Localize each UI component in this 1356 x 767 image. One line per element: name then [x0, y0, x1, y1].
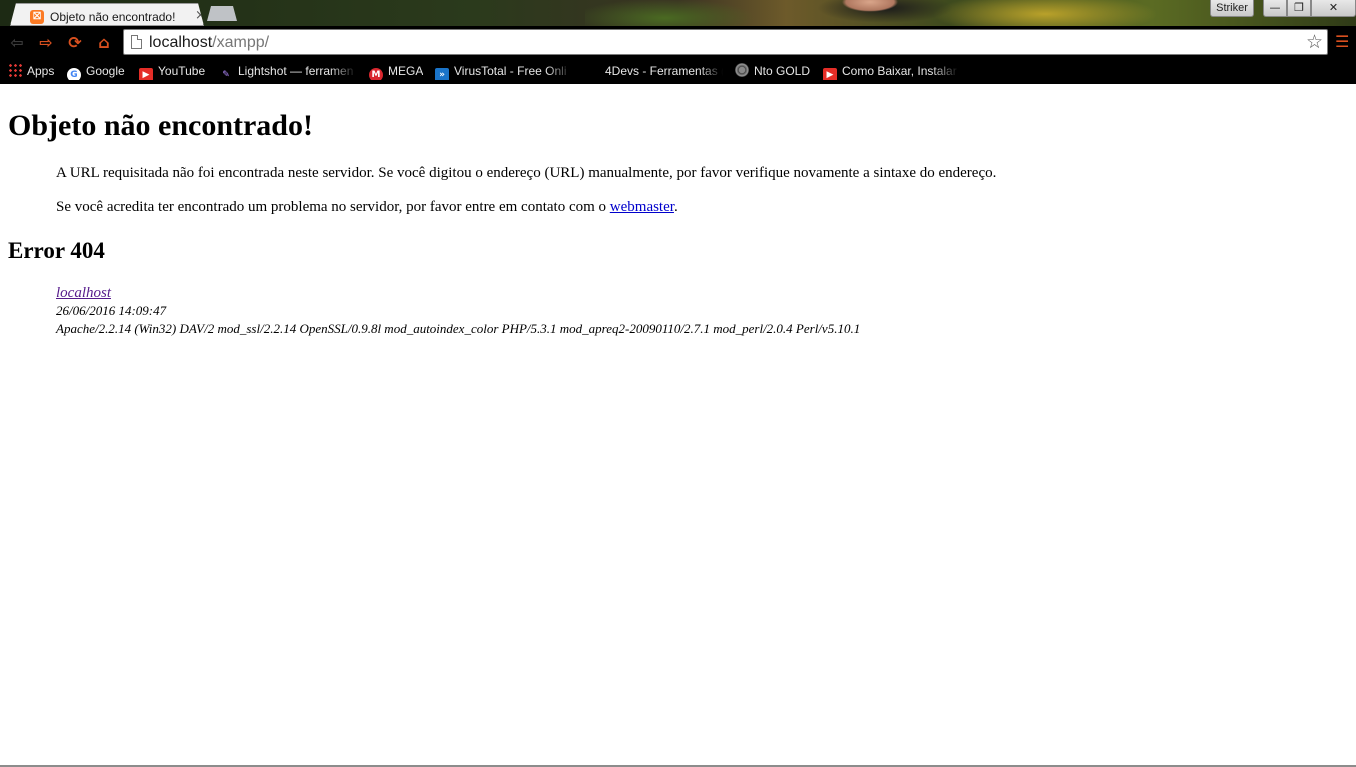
- bookmark-mega[interactable]: M MEGA: [369, 62, 423, 80]
- url-text[interactable]: localhost/xampp/: [149, 33, 269, 53]
- restore-button[interactable]: ❐: [1287, 0, 1311, 17]
- error-code-heading: Error 404: [8, 238, 105, 263]
- bookmark-virustotal[interactable]: » VirusTotal - Free Onli: [435, 62, 573, 80]
- profile-button[interactable]: Striker: [1210, 0, 1254, 17]
- server-address: localhost 26/06/2016 14:09:47 Apache/2.2…: [56, 284, 860, 338]
- bookmark-como-baixar[interactable]: ▶ Como Baixar, Instalar: [823, 62, 959, 80]
- bookmark-star-icon[interactable]: ☆: [1306, 31, 1323, 53]
- contact-message-suffix: .: [673, 199, 678, 215]
- bookmark-label: Lightshot — ferramen: [238, 64, 354, 78]
- youtube-icon: ▶: [139, 68, 153, 80]
- bookmark-nto-gold[interactable]: Nto GOLD: [735, 62, 810, 80]
- apps-icon: [8, 63, 22, 77]
- contact-message-text: Se você acredita ter encontrado um probl…: [56, 199, 610, 215]
- bookmarks-bar: Apps G Google ▶ YouTube ✎ Lightshot — ferra…: [0, 58, 1356, 84]
- localhost-link[interactable]: localhost: [56, 284, 860, 302]
- url-path: /xampp/: [212, 34, 270, 51]
- minimize-button[interactable]: —: [1263, 0, 1287, 17]
- bookmark-youtube[interactable]: ▶ YouTube: [139, 62, 205, 80]
- webmaster-link[interactable]: webmaster: [610, 199, 674, 215]
- bookmark-lightshot[interactable]: ✎ Lightshot — ferramen: [219, 62, 357, 80]
- tab-close-icon[interactable]: ×: [195, 9, 204, 23]
- nto-gold-icon: [735, 63, 749, 77]
- new-tab-button[interactable]: [207, 6, 237, 21]
- bookmark-google[interactable]: G Google: [67, 62, 125, 80]
- page-content: Objeto não encontrado! A URL requisitada…: [0, 84, 1356, 767]
- reload-icon[interactable]: ⟳: [65, 33, 85, 53]
- back-icon[interactable]: ⇦: [7, 33, 27, 53]
- tab-title: Objeto não encontrado!: [50, 10, 176, 24]
- browser-chrome: ⛝ Objeto não encontrado! × Striker — ❐ ✕…: [0, 0, 1356, 84]
- page-title: Objeto não encontrado!: [8, 109, 313, 142]
- contact-message: Se você acredita ter encontrado um probl…: [56, 198, 678, 217]
- google-icon: G: [67, 68, 81, 80]
- youtube-icon: ▶: [823, 68, 837, 80]
- url-host: localhost: [149, 34, 213, 51]
- virustotal-icon: »: [435, 68, 449, 80]
- toolbar: ⇦ ⇨ ⟳ ⌂ localhost/xampp/ ☆ ☰: [0, 26, 1356, 58]
- bookmark-label: 4Devs - Ferramentas (: [605, 64, 723, 78]
- bookmark-label: Nto GOLD: [754, 64, 811, 78]
- forward-icon[interactable]: ⇨: [36, 33, 56, 53]
- bookmark-label: Apps: [27, 64, 55, 78]
- menu-icon[interactable]: ☰: [1335, 32, 1349, 52]
- title-bar: ⛝ Objeto não encontrado! × Striker — ❐ ✕: [0, 0, 1356, 26]
- page-icon: [131, 35, 142, 49]
- address-bar[interactable]: localhost/xampp/ ☆: [123, 29, 1328, 55]
- bookmark-label: Como Baixar, Instalar: [842, 64, 957, 78]
- timestamp: 26/06/2016 14:09:47: [56, 303, 167, 318]
- home-icon[interactable]: ⌂: [94, 33, 114, 53]
- theme-background: [585, 0, 1205, 26]
- bookmark-label: VirusTotal - Free Onli: [454, 64, 567, 78]
- bookmark-apps[interactable]: Apps: [8, 62, 54, 80]
- bookmark-4devs[interactable]: 4Devs - Ferramentas (: [605, 62, 723, 80]
- error-message: A URL requisitada não foi encontrada nes…: [56, 165, 997, 181]
- mega-icon: M: [369, 68, 383, 80]
- bookmark-label: Google: [86, 64, 125, 78]
- xampp-favicon-icon: ⛝: [30, 10, 44, 24]
- bookmark-label: MEGA: [388, 64, 424, 78]
- window-close-button[interactable]: ✕: [1311, 0, 1356, 17]
- server-signature: Apache/2.2.14 (Win32) DAV/2 mod_ssl/2.2.…: [56, 321, 861, 336]
- lightshot-icon: ✎: [222, 70, 230, 80]
- bookmark-label: YouTube: [158, 64, 206, 78]
- tab-active[interactable]: ⛝ Objeto não encontrado! ×: [10, 3, 204, 26]
